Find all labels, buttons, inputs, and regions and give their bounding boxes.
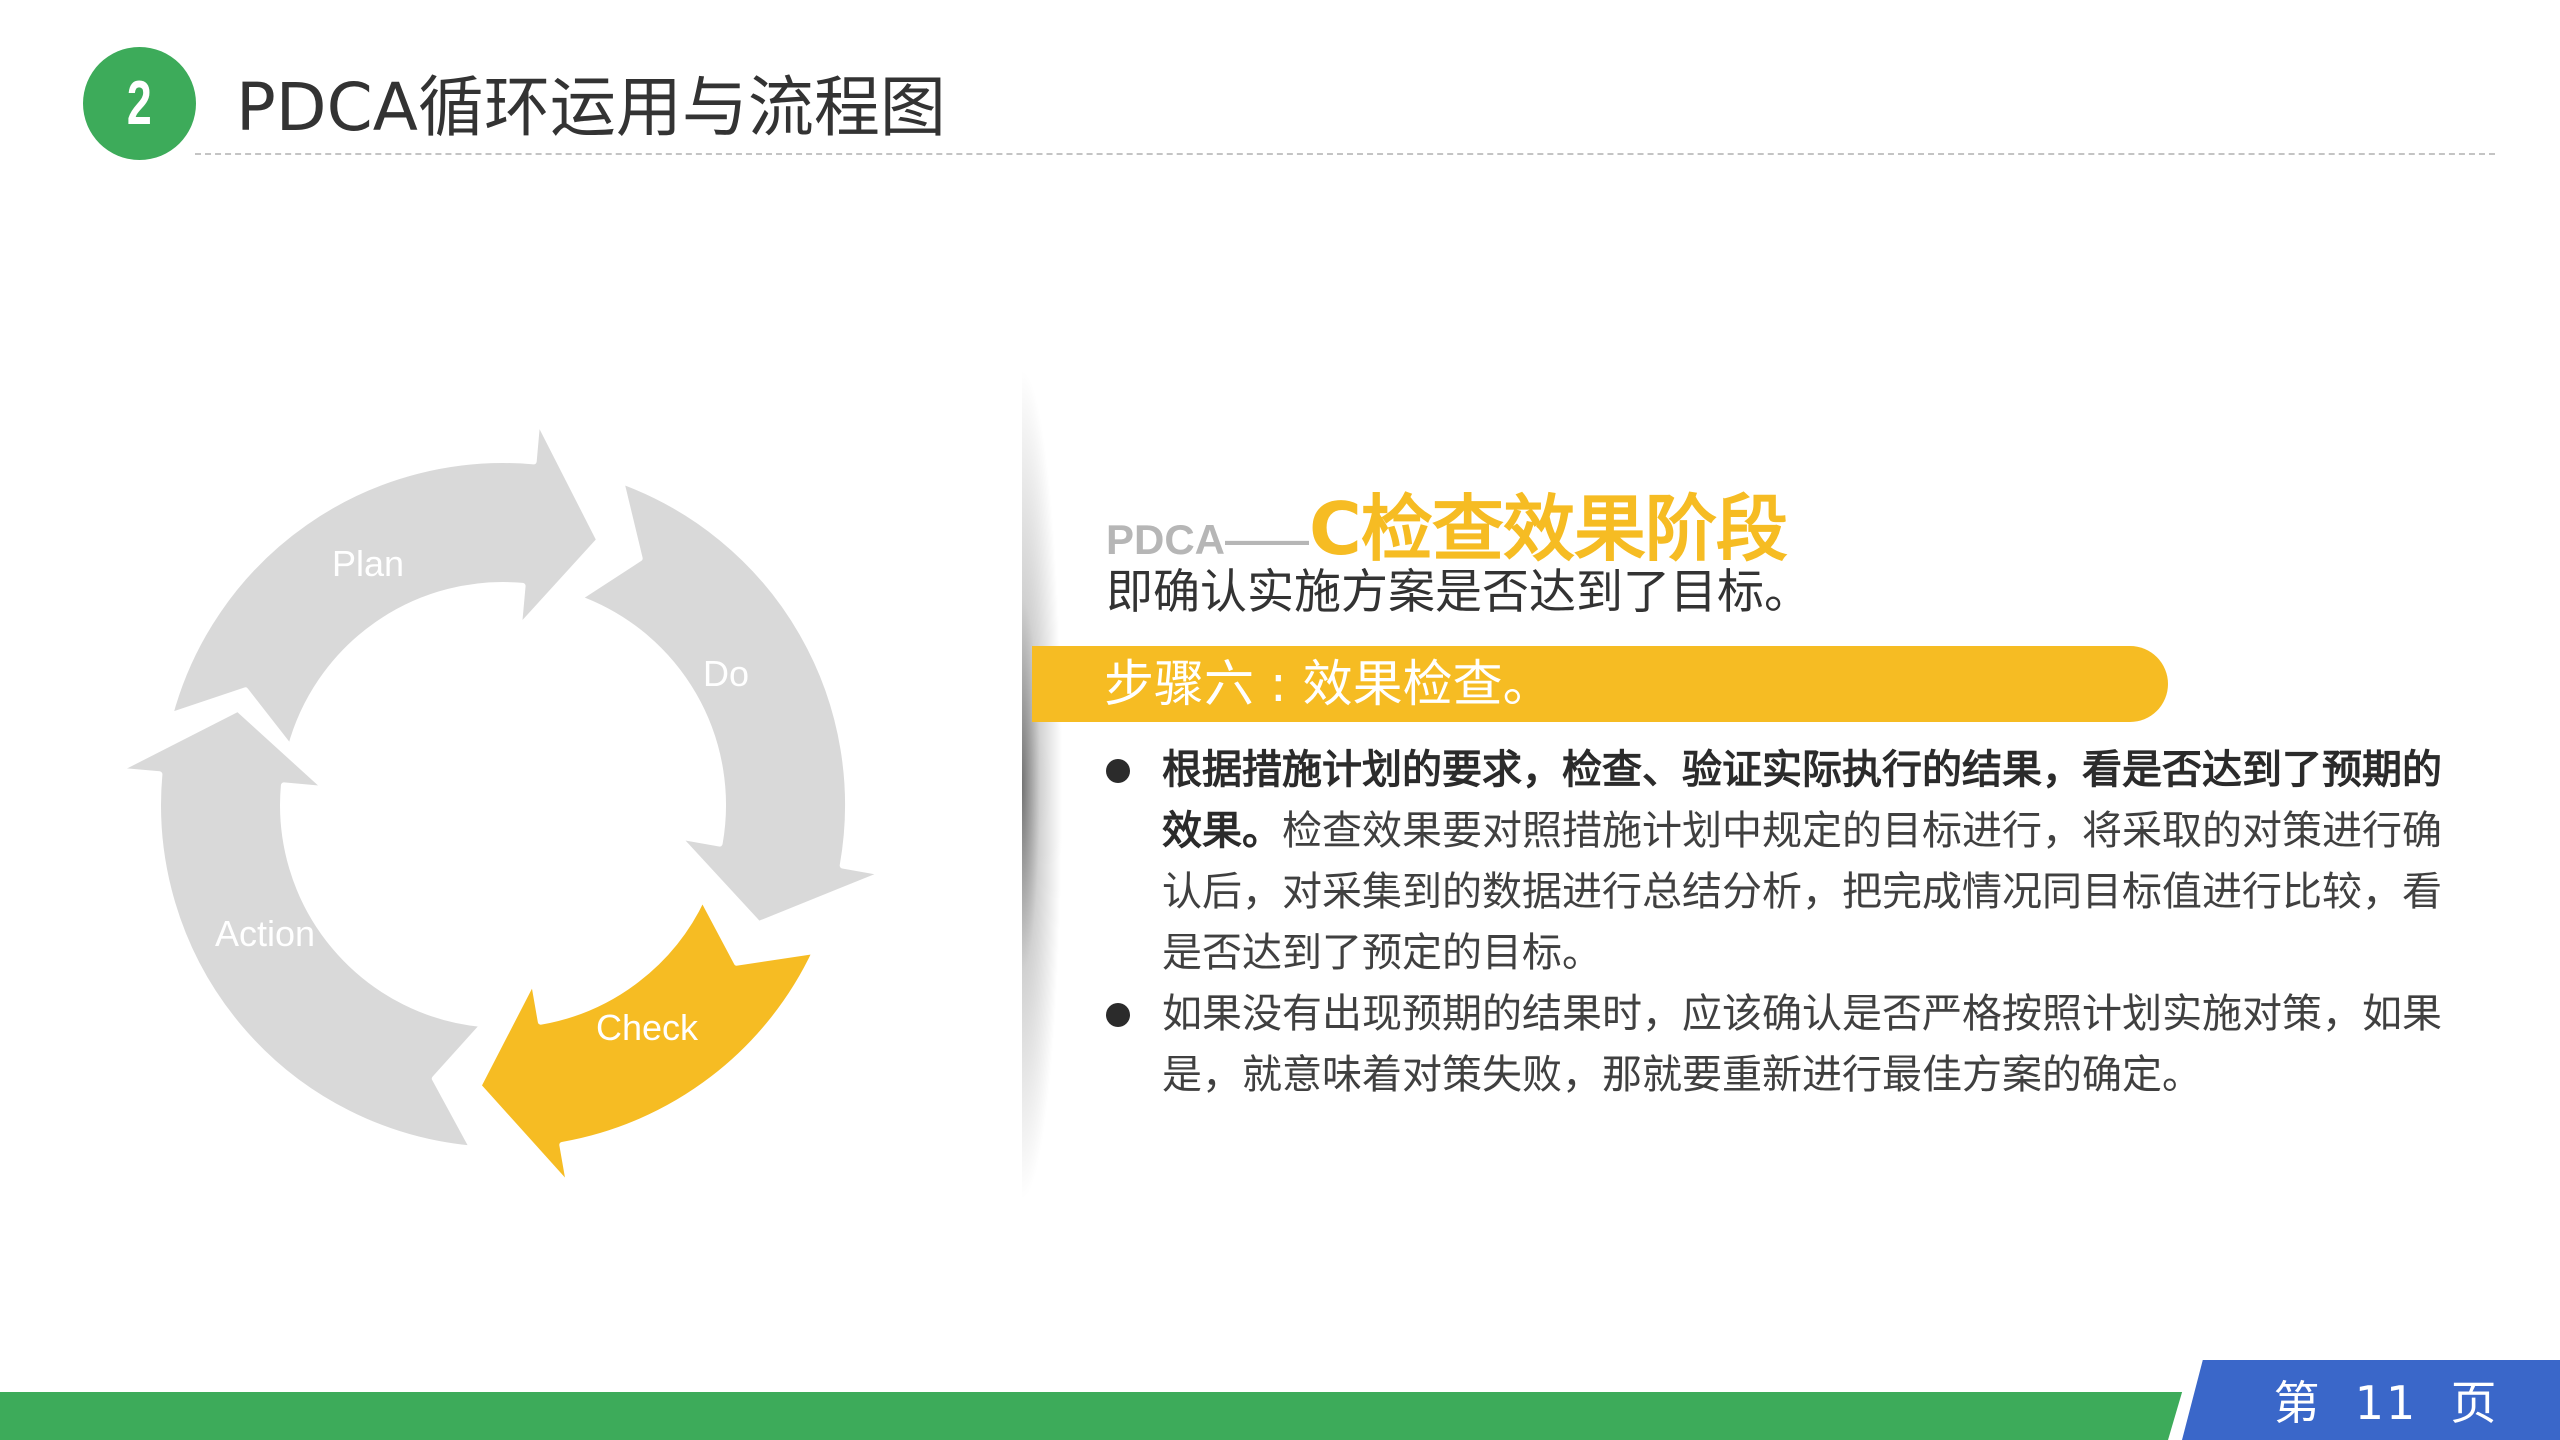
bullet-item: 根据措施计划的要求，检查、验证实际执行的结果，看是否达到了预期的效果。检查效果要… [1100, 740, 2460, 984]
bullet-text: 如果没有出现预期的结果时，应该确认是否严格按照计划实施对策，如果是，就意味着对策… [1162, 991, 2442, 1098]
step-label: 步骤六 : 效果检查。 [1104, 655, 1553, 713]
phase-prefix: PDCA—— [1106, 516, 1310, 563]
cycle-label-check: Check [596, 1007, 699, 1048]
page-number: 第 11 页 [2273, 1376, 2499, 1430]
pdca-cycle-diagram: Plan Do Check Action [113, 415, 888, 1191]
cycle-segment-do [575, 477, 888, 928]
bullet-item: 如果没有出现预期的结果时，应该确认是否严格按照计划实施对策，如果是，就意味着对策… [1100, 984, 2460, 1106]
phase-subtitle: 即确认实施方案是否达到了目标。 [1106, 565, 1811, 620]
cycle-label-plan: Plan [332, 543, 404, 584]
cycle-label-do: Do [703, 653, 749, 694]
bullet-list: 根据措施计划的要求，检查、验证实际执行的结果，看是否达到了预期的效果。检查效果要… [1100, 740, 2460, 1106]
bullet-dot-icon [1106, 1003, 1130, 1027]
cycle-label-action: Action [215, 913, 315, 954]
panel-shadow [1022, 370, 1062, 1200]
step-banner: 步骤六 : 效果检查。 [1032, 646, 2168, 722]
page-number-tab: 第 11 页 [2182, 1360, 2560, 1440]
bullet-text: 检查效果要对照措施计划中规定的目标进行，将采取的对策进行确认后，对采集到的数据进… [1162, 808, 2442, 976]
bullet-dot-icon [1106, 759, 1130, 783]
